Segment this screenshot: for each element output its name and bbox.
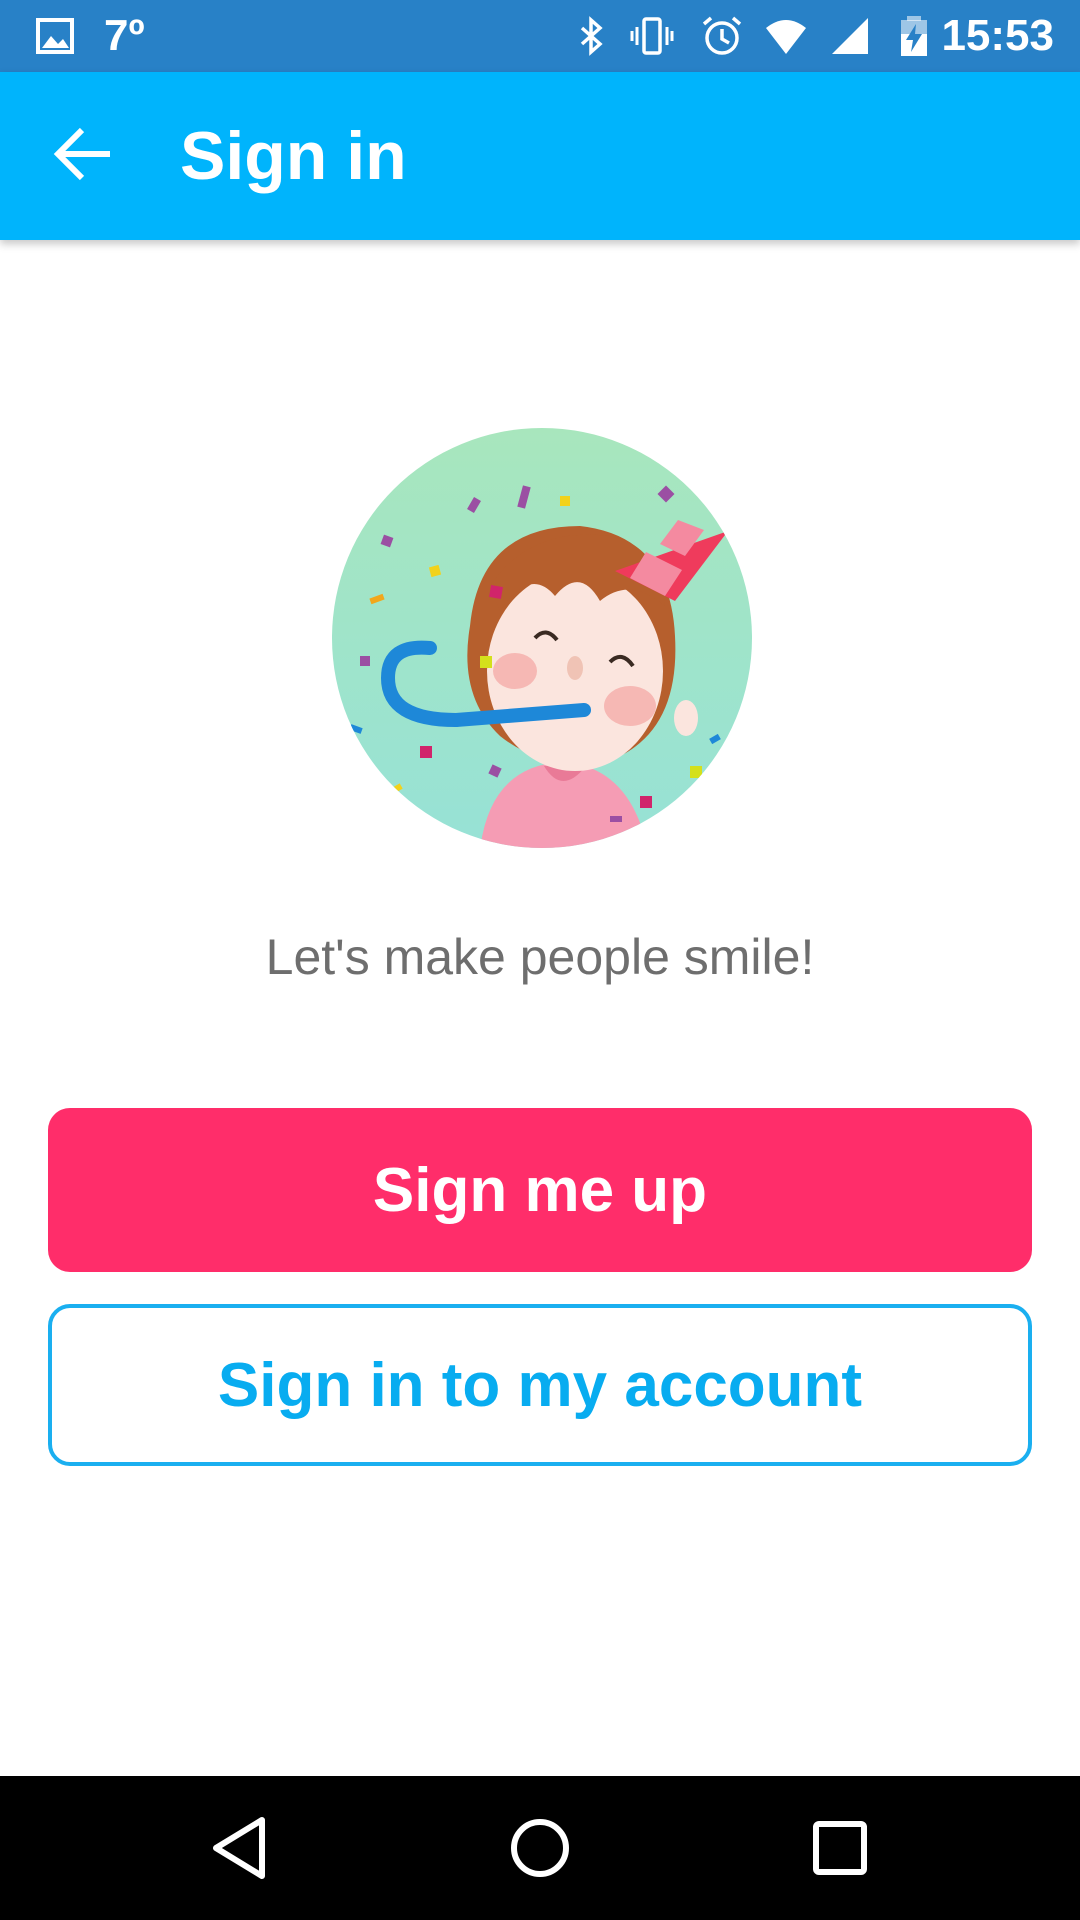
vibrate-icon bbox=[630, 17, 674, 55]
tagline-text: Let's make people smile! bbox=[265, 929, 815, 985]
signal-icon bbox=[832, 18, 868, 54]
nav-home-icon[interactable] bbox=[500, 1808, 580, 1888]
nav-recents-icon[interactable] bbox=[800, 1808, 880, 1888]
party-girl-illustration bbox=[332, 428, 752, 848]
sign-up-button[interactable]: Sign me up bbox=[48, 1108, 1032, 1272]
nav-back-icon[interactable] bbox=[200, 1808, 280, 1888]
battery-charging-icon bbox=[901, 16, 927, 56]
arrow-back-icon[interactable] bbox=[44, 112, 128, 196]
status-bar: 7º 15:53 bbox=[0, 0, 1080, 72]
wifi-icon bbox=[766, 20, 806, 54]
alarm-icon bbox=[702, 16, 742, 55]
temperature-text: 7º bbox=[104, 11, 145, 60]
navigation-bar bbox=[0, 1776, 1080, 1920]
sign-in-account-button[interactable]: Sign in to my account bbox=[48, 1304, 1032, 1466]
image-icon bbox=[36, 18, 74, 54]
bluetooth-icon bbox=[580, 16, 603, 56]
clock-text: 15:53 bbox=[941, 11, 1054, 60]
page-title: Sign in bbox=[180, 118, 407, 194]
app-bar: Sign in bbox=[0, 72, 1080, 240]
